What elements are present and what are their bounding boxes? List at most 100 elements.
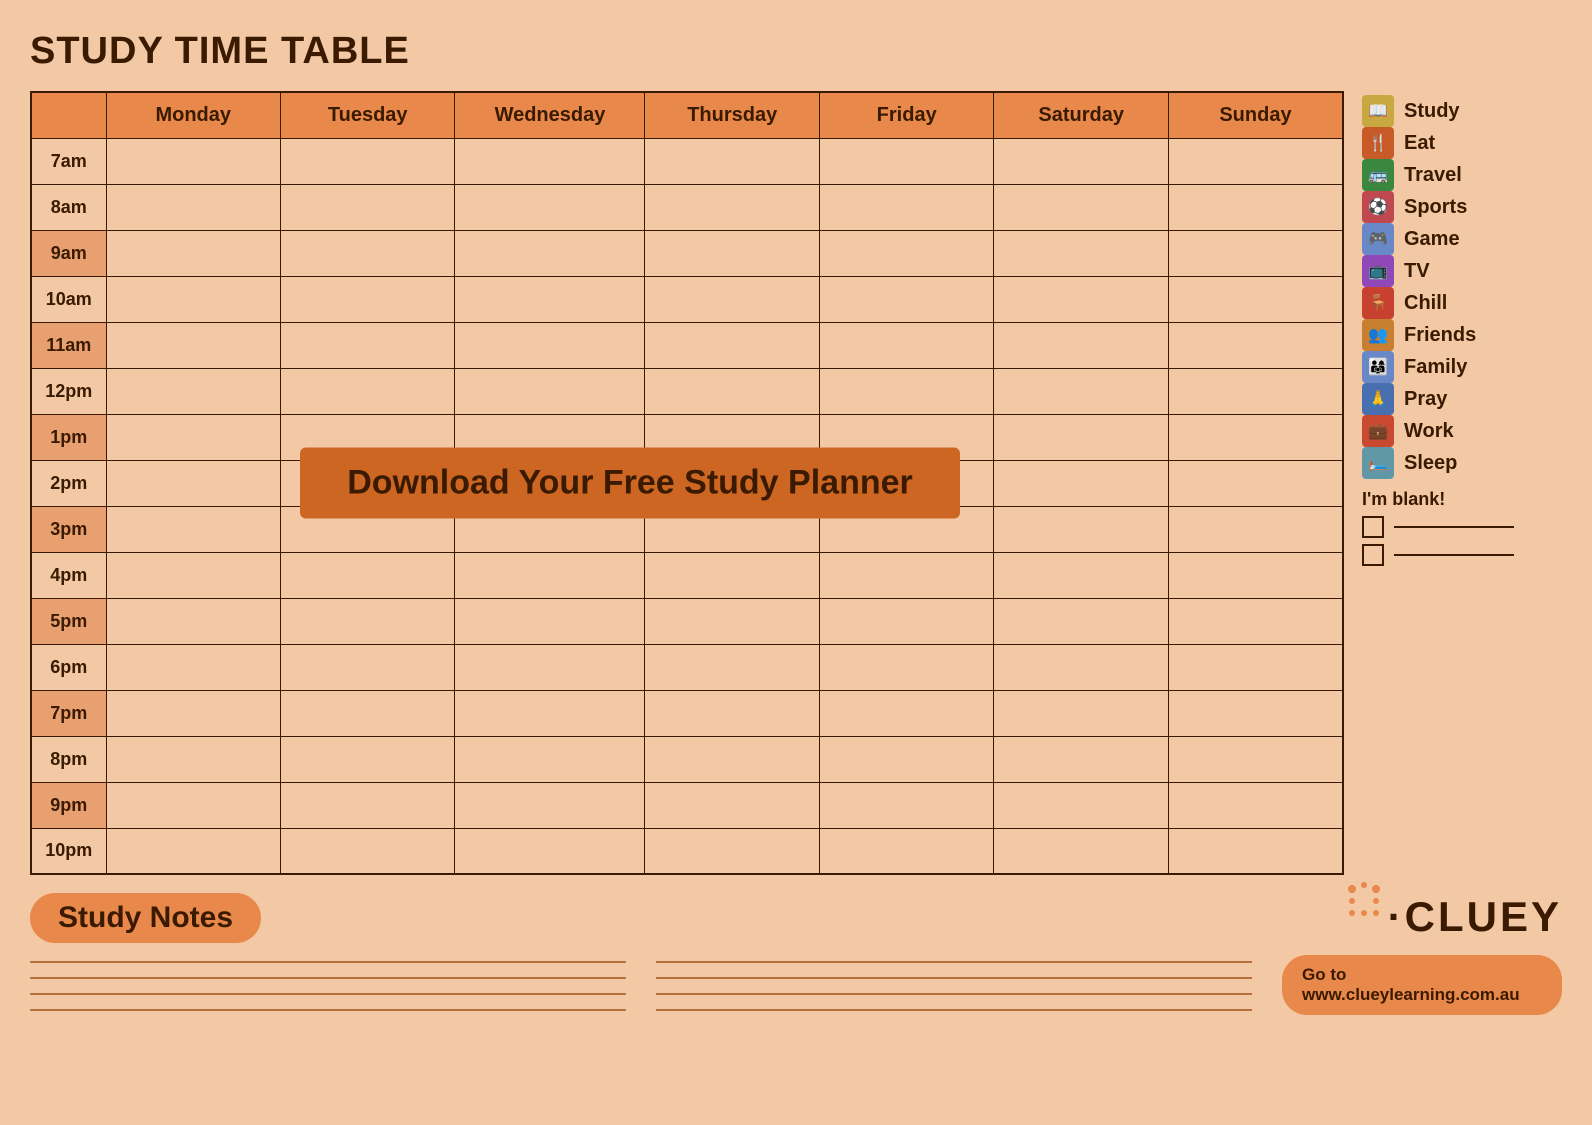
data-cell[interactable] xyxy=(455,782,645,828)
data-cell[interactable] xyxy=(645,184,819,230)
data-cell[interactable] xyxy=(280,322,454,368)
data-cell[interactable] xyxy=(1168,552,1343,598)
data-cell[interactable] xyxy=(1168,598,1343,644)
data-cell[interactable] xyxy=(455,138,645,184)
data-cell[interactable] xyxy=(280,782,454,828)
data-cell[interactable] xyxy=(280,598,454,644)
cluey-url[interactable]: Go to www.clueylearning.com.au xyxy=(1282,955,1562,1015)
data-cell[interactable] xyxy=(645,644,819,690)
data-cell[interactable] xyxy=(819,230,993,276)
data-cell[interactable] xyxy=(280,552,454,598)
data-cell[interactable] xyxy=(106,460,280,506)
data-cell[interactable] xyxy=(994,414,1168,460)
data-cell[interactable] xyxy=(455,276,645,322)
data-cell[interactable] xyxy=(645,276,819,322)
data-cell[interactable] xyxy=(819,828,993,874)
data-cell[interactable] xyxy=(994,782,1168,828)
data-cell[interactable] xyxy=(455,230,645,276)
blank-checkbox-2[interactable] xyxy=(1362,544,1384,566)
data-cell[interactable] xyxy=(645,690,819,736)
data-cell[interactable] xyxy=(994,506,1168,552)
data-cell[interactable] xyxy=(994,552,1168,598)
data-cell[interactable] xyxy=(455,368,645,414)
data-cell[interactable] xyxy=(106,414,280,460)
data-cell[interactable] xyxy=(1168,460,1343,506)
data-cell[interactable] xyxy=(645,322,819,368)
data-cell[interactable] xyxy=(1168,230,1343,276)
data-cell[interactable] xyxy=(455,552,645,598)
data-cell[interactable] xyxy=(819,598,993,644)
data-cell[interactable] xyxy=(645,828,819,874)
data-cell[interactable] xyxy=(1168,138,1343,184)
data-cell[interactable] xyxy=(645,552,819,598)
data-cell[interactable] xyxy=(1168,736,1343,782)
data-cell[interactable] xyxy=(455,690,645,736)
data-cell[interactable] xyxy=(994,368,1168,414)
data-cell[interactable] xyxy=(994,322,1168,368)
data-cell[interactable] xyxy=(455,736,645,782)
data-cell[interactable] xyxy=(819,782,993,828)
data-cell[interactable] xyxy=(1168,828,1343,874)
data-cell[interactable] xyxy=(819,690,993,736)
data-cell[interactable] xyxy=(994,276,1168,322)
data-cell[interactable] xyxy=(280,276,454,322)
data-cell[interactable] xyxy=(280,690,454,736)
data-cell[interactable] xyxy=(1168,322,1343,368)
data-cell[interactable] xyxy=(994,184,1168,230)
data-cell[interactable] xyxy=(1168,368,1343,414)
data-cell[interactable] xyxy=(819,322,993,368)
data-cell[interactable] xyxy=(280,368,454,414)
data-cell[interactable] xyxy=(106,598,280,644)
data-cell[interactable] xyxy=(819,644,993,690)
data-cell[interactable] xyxy=(1168,644,1343,690)
data-cell[interactable] xyxy=(994,230,1168,276)
data-cell[interactable] xyxy=(106,184,280,230)
data-cell[interactable] xyxy=(106,506,280,552)
data-cell[interactable] xyxy=(819,736,993,782)
data-cell[interactable] xyxy=(106,368,280,414)
data-cell[interactable] xyxy=(994,598,1168,644)
data-cell[interactable] xyxy=(645,782,819,828)
data-cell[interactable] xyxy=(994,828,1168,874)
data-cell[interactable] xyxy=(1168,506,1343,552)
data-cell[interactable] xyxy=(280,644,454,690)
data-cell[interactable] xyxy=(280,828,454,874)
data-cell[interactable] xyxy=(994,138,1168,184)
download-banner[interactable]: Download Your Free Study Planner xyxy=(300,448,960,519)
data-cell[interactable] xyxy=(106,138,280,184)
data-cell[interactable] xyxy=(819,138,993,184)
data-cell[interactable] xyxy=(645,138,819,184)
data-cell[interactable] xyxy=(455,322,645,368)
data-cell[interactable] xyxy=(455,828,645,874)
data-cell[interactable] xyxy=(645,736,819,782)
data-cell[interactable] xyxy=(645,598,819,644)
data-cell[interactable] xyxy=(819,276,993,322)
data-cell[interactable] xyxy=(106,552,280,598)
data-cell[interactable] xyxy=(994,644,1168,690)
data-cell[interactable] xyxy=(106,690,280,736)
data-cell[interactable] xyxy=(819,368,993,414)
data-cell[interactable] xyxy=(645,368,819,414)
data-cell[interactable] xyxy=(106,322,280,368)
data-cell[interactable] xyxy=(280,184,454,230)
data-cell[interactable] xyxy=(280,138,454,184)
data-cell[interactable] xyxy=(106,276,280,322)
data-cell[interactable] xyxy=(455,184,645,230)
data-cell[interactable] xyxy=(1168,276,1343,322)
blank-checkbox-1[interactable] xyxy=(1362,516,1384,538)
data-cell[interactable] xyxy=(280,230,454,276)
data-cell[interactable] xyxy=(106,230,280,276)
data-cell[interactable] xyxy=(106,736,280,782)
data-cell[interactable] xyxy=(994,690,1168,736)
data-cell[interactable] xyxy=(819,184,993,230)
data-cell[interactable] xyxy=(106,782,280,828)
data-cell[interactable] xyxy=(455,598,645,644)
data-cell[interactable] xyxy=(1168,782,1343,828)
data-cell[interactable] xyxy=(106,828,280,874)
data-cell[interactable] xyxy=(994,460,1168,506)
data-cell[interactable] xyxy=(994,736,1168,782)
data-cell[interactable] xyxy=(280,736,454,782)
data-cell[interactable] xyxy=(1168,690,1343,736)
data-cell[interactable] xyxy=(645,230,819,276)
data-cell[interactable] xyxy=(455,644,645,690)
